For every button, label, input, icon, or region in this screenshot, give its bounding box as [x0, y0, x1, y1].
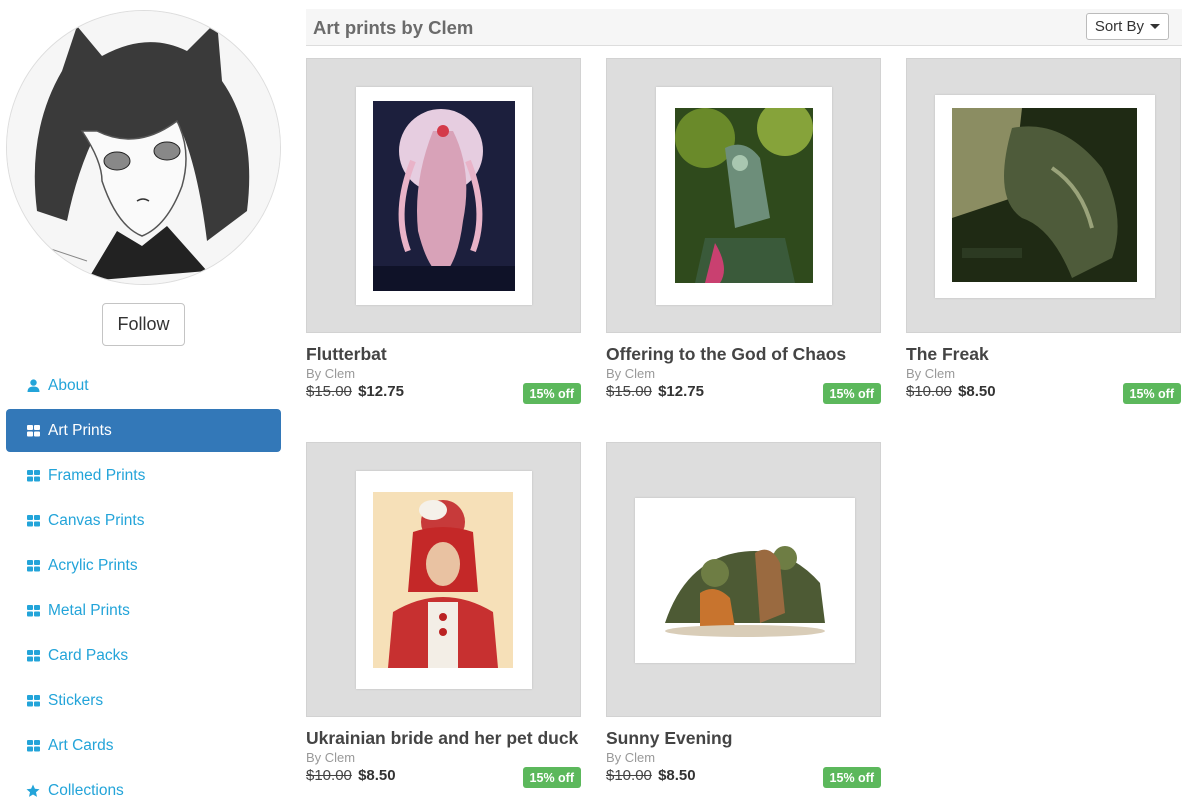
follow-button[interactable]: Follow [102, 303, 185, 346]
print-mat [356, 87, 532, 305]
sidebar-item-label: Art Cards [48, 736, 114, 754]
discount-badge: 15% off [522, 383, 581, 404]
product-title[interactable]: Sunny Evening [606, 728, 732, 749]
grid-icon [26, 559, 40, 573]
product-artist: By Clem [606, 366, 656, 381]
sidebar-item-about[interactable]: About [6, 364, 281, 407]
product-title[interactable]: Offering to the God of Chaos [606, 344, 846, 365]
grid-icon [26, 469, 40, 483]
sidebar-item-label: Metal Prints [48, 601, 130, 619]
print-mat [635, 498, 855, 663]
sale-price: $12.75 [658, 383, 704, 400]
sidebar-item-label: Acrylic Prints [48, 556, 138, 574]
product-thumbnail[interactable] [306, 58, 581, 333]
product-title[interactable]: Ukrainian bride and her pet duck [306, 728, 578, 749]
grid-icon [26, 649, 40, 663]
sidebar-item-art-cards[interactable]: Art Cards [6, 724, 281, 767]
sidebar-item-label: Collections [48, 781, 124, 799]
sidebar-item-card-packs[interactable]: Card Packs [6, 634, 281, 677]
star-icon [26, 784, 40, 798]
original-price: $10.00 [306, 767, 352, 784]
user-icon [26, 379, 40, 393]
sidebar-item-label: Stickers [48, 691, 104, 709]
sidebar-item-label: Art Prints [48, 421, 112, 439]
artwork-image [952, 108, 1137, 282]
page-header: Art prints by Clem Sort By [306, 9, 1182, 46]
product-thumbnail[interactable] [606, 58, 881, 333]
sidebar-item-label: Card Packs [48, 646, 129, 664]
sort-by-label: Sort By [1094, 18, 1144, 35]
product-title[interactable]: The Freak [906, 344, 989, 365]
avatar-illustration [7, 11, 280, 284]
product-artist: By Clem [906, 366, 956, 381]
sidebar: Follow About Art Prints Framed Prints Ca… [0, 0, 290, 805]
sidebar-item-acrylic-prints[interactable]: Acrylic Prints [6, 544, 281, 587]
sale-price: $8.50 [658, 767, 696, 784]
sidebar-item-label: About [48, 376, 89, 394]
print-mat [656, 87, 832, 305]
product-price: $10.00 $8.50 [306, 767, 396, 784]
original-price: $15.00 [306, 383, 352, 400]
product-price: $15.00 $12.75 [306, 383, 404, 400]
caret-down-icon [1150, 24, 1160, 29]
sidebar-item-canvas-prints[interactable]: Canvas Prints [6, 499, 281, 542]
product-thumbnail[interactable] [906, 58, 1181, 333]
sidebar-nav: About Art Prints Framed Prints Canvas Pr… [6, 364, 281, 805]
avatar[interactable] [6, 10, 281, 285]
discount-badge: 15% off [822, 767, 881, 788]
main-content: Art prints by Clem Sort By Flutterbat By [306, 0, 1182, 805]
product-title[interactable]: Flutterbat [306, 344, 387, 365]
sidebar-item-metal-prints[interactable]: Metal Prints [6, 589, 281, 632]
original-price: $10.00 [906, 383, 952, 400]
grid-icon [26, 694, 40, 708]
sidebar-item-art-prints[interactable]: Art Prints [6, 409, 281, 452]
grid-icon [26, 514, 40, 528]
grid-icon [26, 604, 40, 618]
print-mat [356, 471, 532, 689]
artwork-image [645, 513, 845, 648]
product-thumbnail[interactable] [306, 442, 581, 717]
sidebar-item-label: Canvas Prints [48, 511, 145, 529]
sidebar-item-collections[interactable]: Collections [6, 769, 281, 805]
grid-icon [26, 739, 40, 753]
product-price: $15.00 $12.75 [606, 383, 704, 400]
grid-icon [26, 424, 40, 438]
print-mat [935, 95, 1155, 298]
discount-badge: 15% off [522, 767, 581, 788]
sale-price: $8.50 [958, 383, 996, 400]
artwork-image [675, 108, 813, 283]
product-price: $10.00 $8.50 [606, 767, 696, 784]
sort-by-dropdown[interactable]: Sort By [1085, 13, 1169, 40]
original-price: $10.00 [606, 767, 652, 784]
artwork-image [373, 101, 515, 291]
artwork-image [373, 492, 513, 668]
product-artist: By Clem [606, 750, 656, 765]
sidebar-item-framed-prints[interactable]: Framed Prints [6, 454, 281, 497]
sidebar-item-stickers[interactable]: Stickers [6, 679, 281, 722]
sale-price: $8.50 [358, 767, 396, 784]
discount-badge: 15% off [822, 383, 881, 404]
page-title: Art prints by Clem [313, 17, 474, 38]
product-artist: By Clem [306, 750, 356, 765]
product-artist: By Clem [306, 366, 356, 381]
sidebar-item-label: Framed Prints [48, 466, 146, 484]
original-price: $15.00 [606, 383, 652, 400]
product-thumbnail[interactable] [606, 442, 881, 717]
product-price: $10.00 $8.50 [906, 383, 996, 400]
discount-badge: 15% off [1122, 383, 1181, 404]
sale-price: $12.75 [358, 383, 404, 400]
